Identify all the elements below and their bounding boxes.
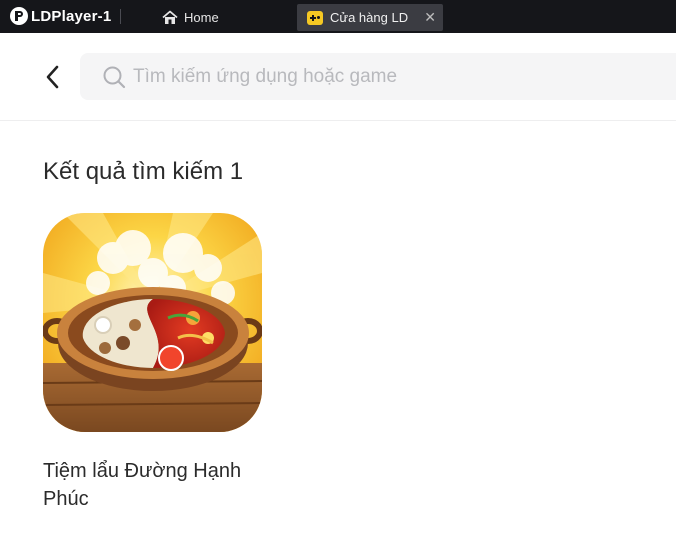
brand: LDPlayer-1 [10, 6, 111, 26]
header-divider [0, 120, 676, 121]
app-card[interactable]: Tiệm lẩu Đường Hạnh Phúc [43, 213, 273, 518]
tab-home-label: Home [184, 9, 219, 25]
titlebar-divider [120, 9, 121, 24]
results-title: Kết quả tìm kiếm 1 [43, 158, 244, 185]
search-input[interactable] [133, 53, 673, 100]
gamepad-icon [307, 10, 323, 25]
tab-ld-store-label: Cửa hàng LD [330, 10, 409, 25]
hotpot-game-icon[interactable] [43, 213, 262, 432]
search-bar[interactable] [80, 53, 676, 100]
back-button[interactable] [40, 62, 66, 92]
ldplayer-logo-icon [10, 7, 28, 25]
home-icon [162, 10, 178, 24]
app-name-label[interactable]: Tiệm lẩu Đường Hạnh Phúc [43, 457, 273, 513]
tab-ld-store[interactable]: Cửa hàng LD ✕ [297, 4, 443, 31]
search-icon [103, 66, 126, 89]
tab-home[interactable]: Home [162, 7, 219, 27]
title-bar: LDPlayer-1 Home Cửa hàng LD ✕ [0, 0, 676, 33]
app-name: LDPlayer-1 [31, 7, 112, 25]
close-tab-icon[interactable]: ✕ [424, 8, 436, 26]
chevron-left-icon [46, 65, 59, 89]
